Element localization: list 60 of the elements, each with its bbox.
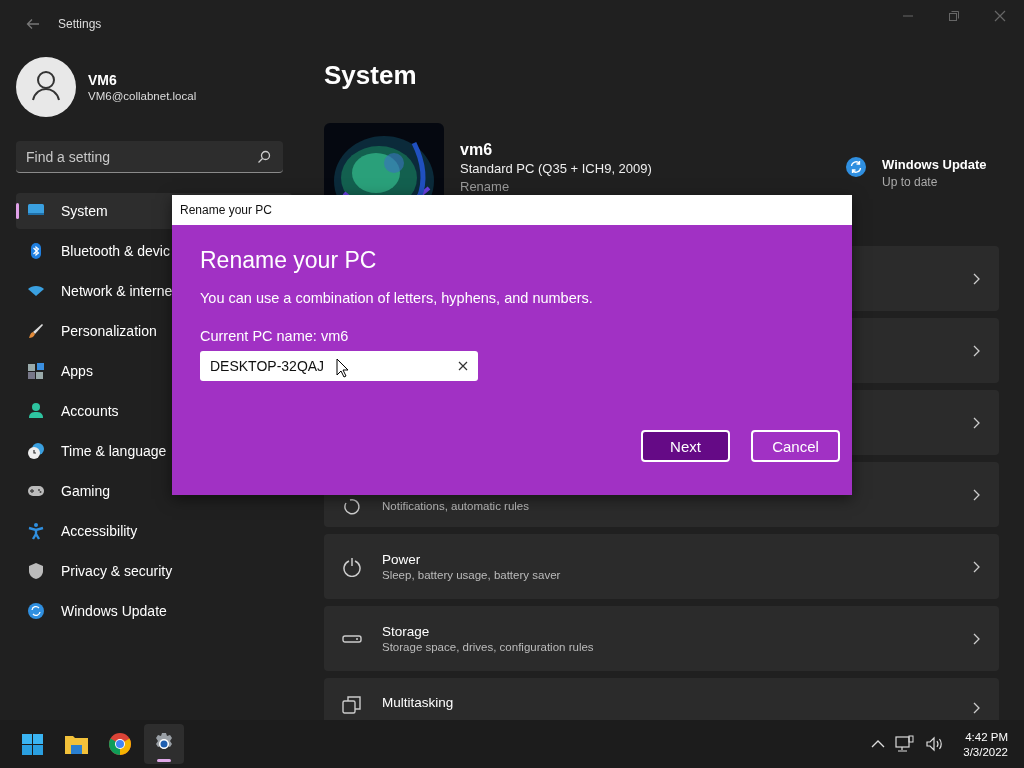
settings-card[interactable]: Multitasking — [324, 678, 999, 720]
card-subtitle: Sleep, battery usage, battery saver — [382, 569, 562, 581]
device-model: Standard PC (Q35 + ICH9, 2009) — [460, 161, 653, 176]
restore-icon[interactable] — [948, 10, 960, 22]
settings-card[interactable]: Storage Storage space, drives, configuration rules — [324, 606, 999, 671]
dialog-heading: Rename your PC — [200, 247, 378, 274]
nav-item[interactable]: Accessibility — [16, 513, 292, 549]
windows-stack-icon — [342, 695, 362, 715]
chevron-right-icon — [971, 344, 981, 357]
chevron-right-icon — [971, 488, 981, 501]
shield-icon — [27, 562, 45, 580]
page-title: System — [324, 59, 418, 92]
sync-icon — [846, 157, 866, 177]
card-subtitle: Storage space, drives, configuration rules — [382, 641, 595, 653]
person-icon — [27, 402, 45, 420]
dialog-title-bar: Rename your PC — [172, 195, 852, 225]
device-name: vm6 — [460, 141, 494, 159]
back-arrow-icon[interactable] — [26, 18, 40, 30]
apps-grid-icon — [27, 362, 45, 380]
next-button[interactable]: Next — [641, 430, 730, 462]
sync-icon — [27, 602, 45, 620]
card-subtitle: Notifications, automatic rules — [382, 499, 530, 512]
card-title: Storage — [382, 624, 431, 639]
nav-item[interactable]: Privacy & security — [16, 553, 292, 589]
chevron-right-icon — [971, 272, 981, 285]
network-icon[interactable] — [895, 735, 916, 753]
cancel-button[interactable]: Cancel — [751, 430, 840, 462]
mouse-pointer-icon — [336, 358, 348, 378]
chevron-right-icon — [971, 702, 981, 714]
search-field[interactable]: Find a setting — [16, 141, 283, 173]
avatar-icon — [16, 57, 76, 117]
start-icon — [20, 732, 44, 756]
accessibility-person-icon — [27, 522, 45, 540]
nav-item[interactable]: Windows Update — [16, 593, 292, 629]
current-name-label: Current PC name: vm6 — [200, 328, 350, 344]
search-icon[interactable] — [257, 150, 271, 164]
name-input-field[interactable]: DESKTOP-32QAJ — [200, 351, 478, 381]
update-title[interactable]: Windows Update — [882, 157, 987, 172]
card-title: Multitasking — [382, 695, 455, 710]
account-name: VM6 — [88, 72, 118, 88]
clock-date[interactable]: 3/3/2022 — [963, 745, 1008, 758]
update-status: Up to date — [882, 175, 939, 189]
chevron-right-icon — [971, 632, 981, 645]
chevron-right-icon — [971, 416, 981, 429]
taskbar-app[interactable] — [144, 724, 184, 764]
window-title: Settings — [58, 17, 102, 31]
power-icon — [342, 556, 362, 577]
chevron-up-icon[interactable] — [871, 739, 886, 749]
close-icon[interactable] — [994, 10, 1006, 22]
clear-icon[interactable] — [458, 361, 468, 371]
browser-icon — [108, 732, 132, 756]
chevron-right-icon — [971, 560, 981, 573]
clock-globe-icon — [27, 442, 45, 460]
dialog-description: You can use a combination of letters, hyphens, and numbers. — [200, 290, 594, 306]
clock-time[interactable]: 4:42 PM — [965, 730, 1008, 743]
rename-link[interactable]: Rename — [460, 179, 846, 194]
brush-icon — [27, 322, 45, 340]
account-email: VM6@collabnet.local — [88, 90, 197, 102]
card-title: Power — [382, 552, 422, 567]
settings-card[interactable]: Power Sleep, battery usage, battery saver — [324, 534, 999, 599]
